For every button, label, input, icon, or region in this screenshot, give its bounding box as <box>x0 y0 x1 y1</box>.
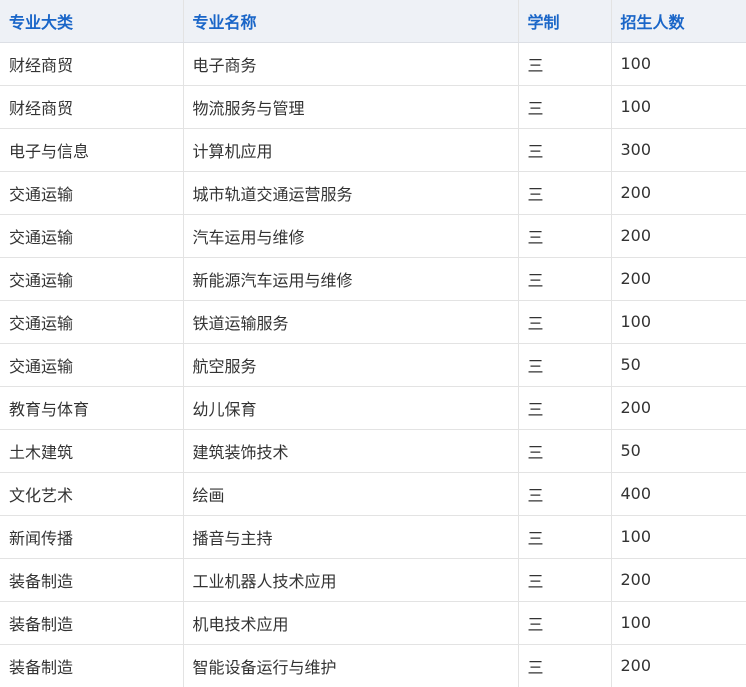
cell-major-name: 幼儿保育 <box>183 386 519 430</box>
cell-major-name: 电子商务 <box>183 42 519 86</box>
table-row: 装备制造 机电技术应用三 100 <box>0 601 746 645</box>
table-row: 交通运输 城市轨道交通运营服务三 200 <box>0 171 746 215</box>
cell-enrollment: 300 <box>611 128 746 172</box>
cell-major-category: 文化艺术 <box>0 472 184 516</box>
cell-major-name: 航空服务 <box>183 343 519 387</box>
cell-major-name: 计算机应用 <box>183 128 519 172</box>
cell-major-name: 城市轨道交通运营服务 <box>183 171 519 215</box>
cell-enrollment: 100 <box>611 601 746 645</box>
header-duration: 学制 <box>518 0 612 43</box>
cell-major-category: 交通运输 <box>0 257 184 301</box>
cell-enrollment: 200 <box>611 257 746 301</box>
cell-major-category: 装备制造 <box>0 558 184 602</box>
table-header: 专业大类 专业名称 学制 招生人数 <box>0 0 746 43</box>
cell-duration: 三 <box>518 558 612 602</box>
cell-duration: 三 <box>518 42 612 86</box>
cell-major-name: 智能设备运行与维护 <box>183 644 519 687</box>
cell-duration: 三 <box>518 343 612 387</box>
cell-major-category: 电子与信息 <box>0 128 184 172</box>
cell-major-name: 新能源汽车运用与维修 <box>183 257 519 301</box>
table-row: 交通运输 航空服务三 50 <box>0 343 746 387</box>
cell-major-category: 装备制造 <box>0 644 184 687</box>
table-row: 交通运输 汽车运用与维修三 200 <box>0 214 746 258</box>
cell-major-category: 交通运输 <box>0 343 184 387</box>
cell-duration: 三 <box>518 644 612 687</box>
cell-duration: 三 <box>518 257 612 301</box>
cell-major-category: 交通运输 <box>0 300 184 344</box>
table-body: 财经商贸 电子商务三 100 财经商贸 物流服务与管理三 100 电子与信息 计算机应用三 30… <box>0 42 746 687</box>
header-row: 专业大类 专业名称 学制 招生人数 <box>0 0 746 43</box>
cell-enrollment: 100 <box>611 300 746 344</box>
cell-major-category: 交通运输 <box>0 214 184 258</box>
table-row: 交通运输 铁道运输服务三 100 <box>0 300 746 344</box>
table-row: 教育与体育 幼儿保育三 200 <box>0 386 746 430</box>
cell-duration: 三 <box>518 214 612 258</box>
cell-duration: 三 <box>518 171 612 215</box>
cell-enrollment: 200 <box>611 214 746 258</box>
cell-enrollment: 200 <box>611 386 746 430</box>
cell-duration: 三 <box>518 85 612 129</box>
table-row: 文化艺术 绘画三 400 <box>0 472 746 516</box>
header-major-category: 专业大类 <box>0 0 184 43</box>
table-row: 装备制造 工业机器人技术应用三 200 <box>0 558 746 602</box>
cell-major-category: 装备制造 <box>0 601 184 645</box>
cell-duration: 三 <box>518 601 612 645</box>
table-row: 电子与信息 计算机应用三 300 <box>0 128 746 172</box>
table-row: 装备制造 智能设备运行与维护三 200 <box>0 644 746 687</box>
cell-enrollment: 200 <box>611 171 746 215</box>
cell-duration: 三 <box>518 472 612 516</box>
cell-enrollment: 200 <box>611 558 746 602</box>
cell-enrollment: 50 <box>611 429 746 473</box>
table-row: 新闻传播 播音与主持三 100 <box>0 515 746 559</box>
cell-enrollment: 100 <box>611 42 746 86</box>
cell-major-name: 建筑装饰技术 <box>183 429 519 473</box>
cell-major-name: 物流服务与管理 <box>183 85 519 129</box>
cell-duration: 三 <box>518 429 612 473</box>
cell-major-category: 教育与体育 <box>0 386 184 430</box>
cell-enrollment: 100 <box>611 515 746 559</box>
cell-major-name: 汽车运用与维修 <box>183 214 519 258</box>
cell-enrollment: 200 <box>620 656 652 676</box>
cell-major-category: 财经商贸 <box>0 85 184 129</box>
cell-duration: 三 <box>518 515 612 559</box>
cell-major-category: 新闻传播 <box>0 515 184 559</box>
cell-major-name: 绘画 <box>183 472 519 516</box>
cell-major-category: 交通运输 <box>0 171 184 215</box>
cell-major-category: 土木建筑 <box>0 429 184 473</box>
table-row: 财经商贸 电子商务三 100 <box>0 42 746 86</box>
cell-major-name: 播音与主持 <box>183 515 519 559</box>
cell-duration: 三 <box>518 386 612 430</box>
cell-major-name: 机电技术应用 <box>183 601 519 645</box>
cell-major-name: 工业机器人技术应用 <box>183 558 519 602</box>
header-major-name: 专业名称 <box>183 0 519 43</box>
cell-enrollment: 50 <box>611 343 746 387</box>
table-row: 土木建筑 建筑装饰技术三 50 <box>0 429 746 473</box>
cell-duration: 三 <box>518 300 612 344</box>
cell-major-name: 铁道运输服务 <box>183 300 519 344</box>
cell-duration: 三 <box>518 128 612 172</box>
table-row: 财经商贸 物流服务与管理三 100 <box>0 85 746 129</box>
enrollment-table: 专业大类 专业名称 学制 招生人数 财经商贸 电子商务三 100 财经商贸 物流服务与管… <box>0 0 746 687</box>
table-row: 交通运输 新能源汽车运用与维修三 200 <box>0 257 746 301</box>
cell-enrollment: 100 <box>611 85 746 129</box>
cell-major-category: 财经商贸 <box>0 42 184 86</box>
header-enrollment: 招生人数 <box>611 0 746 43</box>
cell-enrollment: 400 <box>611 472 746 516</box>
